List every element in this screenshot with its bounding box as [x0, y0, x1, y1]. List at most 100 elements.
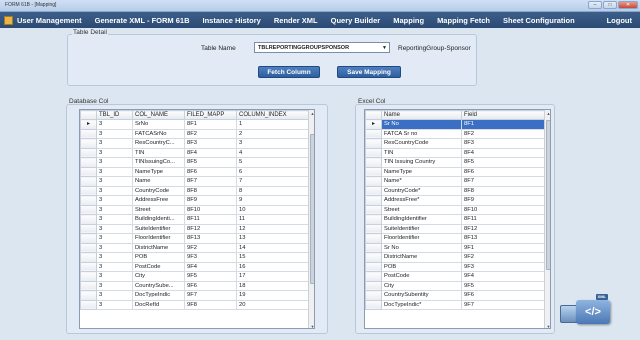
- menu-item-query-builder[interactable]: Query Builder: [331, 16, 381, 25]
- table-cell[interactable]: BuildingIdentifier: [381, 214, 462, 225]
- maximize-icon[interactable]: □: [603, 1, 617, 9]
- menu-item-generate-xml-form-61b[interactable]: Generate XML - FORM 61B: [95, 16, 190, 25]
- table-cell[interactable]: 8F12: [184, 223, 237, 234]
- table-cell[interactable]: 9F1: [461, 242, 546, 253]
- table-cell[interactable]: BuildingIdenti...: [132, 214, 185, 225]
- table-cell[interactable]: Name: [132, 176, 185, 187]
- menu-item-mapping[interactable]: Mapping: [393, 16, 424, 25]
- table-cell[interactable]: 14: [236, 242, 310, 253]
- table-cell[interactable]: 3: [96, 185, 133, 196]
- table-row[interactable]: 3 FloorIdentifier 8F13 13: [80, 233, 310, 244]
- table-cell[interactable]: ResCountryC...: [132, 138, 185, 149]
- table-cell[interactable]: 3: [96, 157, 133, 168]
- table-cell[interactable]: 8F13: [461, 233, 546, 244]
- table-cell[interactable]: 8F12: [461, 223, 546, 234]
- table-cell[interactable]: 3: [96, 166, 133, 177]
- table-cell[interactable]: 18: [236, 280, 310, 291]
- table-cell[interactable]: 9F2: [461, 252, 546, 263]
- table-cell[interactable]: FATCASrNo: [132, 128, 185, 139]
- table-row[interactable]: SuiteIdentifier 8F12: [365, 223, 546, 234]
- row-header[interactable]: [80, 147, 97, 158]
- table-row[interactable]: 3 DistrictName 9F2 14: [80, 242, 310, 253]
- row-header[interactable]: [365, 204, 382, 215]
- table-cell[interactable]: DistrictName: [132, 242, 185, 253]
- scroll-down-icon[interactable]: ▼: [309, 323, 314, 328]
- table-cell[interactable]: 15: [236, 252, 310, 263]
- table-row[interactable]: 3 TIN 8F4 4: [80, 147, 310, 158]
- table-cell[interactable]: 2: [236, 128, 310, 139]
- row-header[interactable]: [365, 252, 382, 263]
- table-cell[interactable]: CountrySube...: [132, 280, 185, 291]
- table-cell[interactable]: POB: [132, 252, 185, 263]
- table-cell[interactable]: SuiteIdentifier: [132, 223, 185, 234]
- table-cell[interactable]: 8F10: [461, 204, 546, 215]
- row-header[interactable]: [365, 176, 382, 187]
- row-header[interactable]: [80, 252, 97, 263]
- row-header[interactable]: [365, 223, 382, 234]
- scroll-down-icon[interactable]: ▼: [545, 323, 550, 328]
- database-col-grid[interactable]: TBL_ID COL_NAME FILED_MAPP COLUMN_INDEX ▸ 3 S…: [79, 109, 315, 329]
- table-cell[interactable]: FloorIdentifier: [381, 233, 462, 244]
- table-row[interactable]: TIN Issuing Country 8F5: [365, 157, 546, 168]
- table-cell[interactable]: 3: [96, 128, 133, 139]
- table-cell[interactable]: 8F7: [461, 176, 546, 187]
- row-header[interactable]: [80, 214, 97, 225]
- table-cell[interactable]: Street: [381, 204, 462, 215]
- chevron-down-icon[interactable]: ▼: [382, 45, 387, 51]
- table-row[interactable]: DocTypeIndic* 9F7: [365, 299, 546, 310]
- table-cell[interactable]: 8F2: [461, 128, 546, 139]
- excel-col-grid[interactable]: Name Field ▸ Sr No 8F1 FATCA Sr no 8F2 ResCoun…: [364, 109, 551, 329]
- table-cell[interactable]: 11: [236, 214, 310, 225]
- table-row[interactable]: CountrySubentity 9F6: [365, 290, 546, 301]
- table-row[interactable]: City 9F5: [365, 280, 546, 291]
- table-row[interactable]: PostCode 9F4: [365, 271, 546, 282]
- table-cell[interactable]: 8F6: [461, 166, 546, 177]
- row-header[interactable]: [80, 166, 97, 177]
- table-cell[interactable]: 3: [96, 223, 133, 234]
- row-header[interactable]: [80, 128, 97, 139]
- table-row[interactable]: BuildingIdentifier 8F11: [365, 214, 546, 225]
- row-header[interactable]: [80, 185, 97, 196]
- table-row[interactable]: 3 DocTypeIndic 9F7 19: [80, 290, 310, 301]
- row-header[interactable]: [80, 157, 97, 168]
- table-cell[interactable]: TIN Issuing Country: [381, 157, 462, 168]
- table-cell[interactable]: 3: [96, 138, 133, 149]
- row-header[interactable]: [80, 195, 97, 206]
- table-row[interactable]: 3 CountrySube... 9F6 18: [80, 280, 310, 291]
- table-cell[interactable]: 5: [236, 157, 310, 168]
- table-row[interactable]: DistrictName 9F2: [365, 252, 546, 263]
- table-cell[interactable]: TIN: [381, 147, 462, 158]
- table-row[interactable]: FATCA Sr no 8F2: [365, 128, 546, 139]
- table-row[interactable]: 3 AddressFree 8F9 9: [80, 195, 310, 206]
- table-cell[interactable]: CountryCode*: [381, 185, 462, 196]
- column-header[interactable]: COL_NAME: [132, 110, 185, 120]
- table-cell[interactable]: POB: [381, 261, 462, 272]
- table-cell[interactable]: 16: [236, 261, 310, 272]
- table-cell[interactable]: 3: [96, 233, 133, 244]
- row-header[interactable]: [80, 299, 97, 310]
- table-row[interactable]: 3 Street 8F10 10: [80, 204, 310, 215]
- row-header[interactable]: [365, 214, 382, 225]
- table-cell[interactable]: 8F8: [461, 185, 546, 196]
- table-cell[interactable]: Sr No: [381, 119, 462, 130]
- row-header[interactable]: [365, 147, 382, 158]
- row-header[interactable]: [365, 157, 382, 168]
- table-cell[interactable]: City: [381, 280, 462, 291]
- fetch-column-button[interactable]: Fetch Column: [258, 66, 320, 78]
- table-cell[interactable]: AddressFree*: [381, 195, 462, 206]
- table-cell[interactable]: Name*: [381, 176, 462, 187]
- table-cell[interactable]: 10: [236, 204, 310, 215]
- row-header[interactable]: [365, 233, 382, 244]
- table-cell[interactable]: 9F5: [184, 271, 237, 282]
- table-row[interactable]: Street 8F10: [365, 204, 546, 215]
- row-header[interactable]: [80, 271, 97, 282]
- menu-item-render-xml[interactable]: Render XML: [274, 16, 318, 25]
- table-cell[interactable]: 8: [236, 185, 310, 196]
- table-cell[interactable]: 8F9: [461, 195, 546, 206]
- table-cell[interactable]: 17: [236, 271, 310, 282]
- table-cell[interactable]: 6: [236, 166, 310, 177]
- table-cell[interactable]: 4: [236, 147, 310, 158]
- table-row[interactable]: TIN 8F4: [365, 147, 546, 158]
- table-cell[interactable]: 9F5: [461, 280, 546, 291]
- scroll-up-icon[interactable]: ▲: [545, 110, 550, 117]
